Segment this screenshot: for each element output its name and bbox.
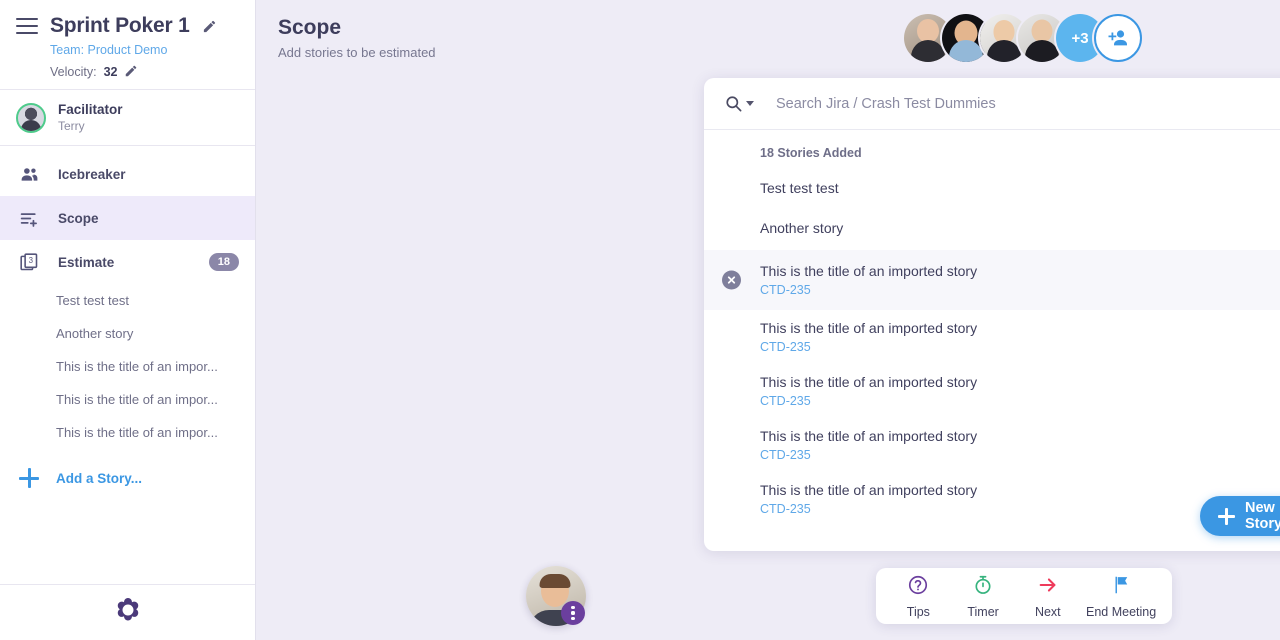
story-row[interactable]: This is the title of an imported story C… (704, 250, 1280, 310)
new-story-label: New Story (1245, 500, 1280, 532)
story-key[interactable]: CTD-235 (760, 448, 1280, 463)
sidebar-item-label: Scope (58, 210, 99, 226)
add-story-label: Add a Story... (56, 470, 143, 486)
facilitator-name: Terry (58, 119, 85, 133)
story-row[interactable]: Another story (704, 210, 1280, 250)
new-story-button[interactable]: New Story (1200, 496, 1280, 536)
story-title: This is the title of an imported story (760, 482, 978, 498)
team-name[interactable]: Team: Product Demo (50, 43, 239, 57)
story-title: This is the title of an imported story (760, 428, 978, 444)
story-row[interactable]: This is the title of an imported story C… (704, 418, 1280, 472)
story-title: Test test test (760, 180, 839, 196)
scope-card: 18 Stories Added Test test test Another … (704, 78, 1280, 551)
end-meeting-label: End Meeting (1085, 604, 1157, 619)
sidebar-header: Sprint Poker 1 Team: Product Demo Veloci… (0, 0, 255, 90)
next-button[interactable]: Next (1015, 574, 1080, 619)
story-key[interactable]: CTD-235 (760, 340, 1280, 355)
search-icon[interactable] (724, 94, 754, 113)
sidebar-title-row: Sprint Poker 1 (16, 14, 239, 38)
timer-button[interactable]: Timer (951, 574, 1016, 619)
sidebar-story-item[interactable]: Another story (0, 317, 255, 350)
next-label: Next (1034, 604, 1061, 619)
stories-list: 18 Stories Added Test test test Another … (704, 130, 1280, 551)
search-bar (704, 78, 1280, 130)
sidebar-item-icebreaker[interactable]: Icebreaker (0, 152, 255, 196)
add-person-button[interactable] (1094, 14, 1142, 62)
meeting-toolbar: Tips Timer Next End Meeting (876, 568, 1172, 624)
story-row[interactable]: This is the title of an imported story C… (704, 364, 1280, 418)
search-input[interactable] (776, 95, 1280, 112)
question-circle-icon (907, 574, 929, 601)
cards-3-icon: 3 (18, 251, 40, 273)
sidebar-item-label: Icebreaker (58, 166, 126, 182)
sidebar-story-item[interactable]: This is the title of an impor... (0, 383, 255, 416)
facilitator-row: Facilitator Terry (0, 90, 255, 146)
story-title: This is the title of an imported story (760, 374, 978, 390)
kebab-menu-icon[interactable] (561, 601, 585, 625)
plus-icon (1218, 507, 1235, 525)
story-key[interactable]: CTD-235 (760, 394, 1280, 409)
sidebar-item-scope[interactable]: Scope (0, 196, 255, 240)
pencil-icon[interactable] (202, 19, 217, 34)
sidebar-nav: Icebreaker Scope 3 Estimate 18 Test test… (0, 146, 255, 503)
people-icon (18, 163, 40, 185)
chevron-down-icon[interactable] (746, 101, 754, 106)
tips-button[interactable]: Tips (886, 574, 951, 619)
plus-icon (18, 467, 40, 489)
story-row[interactable]: This is the title of an imported story C… (704, 310, 1280, 364)
main-area: Scope Add stories to be estimated +3 Sea… (256, 0, 1280, 640)
sidebar: Sprint Poker 1 Team: Product Demo Veloci… (0, 0, 256, 640)
velocity-value: 32 (103, 64, 118, 79)
velocity-label: Velocity: (50, 64, 97, 79)
app-root: Sprint Poker 1 Team: Product Demo Veloci… (0, 0, 1280, 640)
section-title: 18 Stories Added (760, 146, 862, 160)
sidebar-story-item[interactable]: Test test test (0, 284, 255, 317)
parabol-flower-logo (113, 595, 143, 630)
velocity-row: Velocity: 32 (50, 64, 239, 79)
arrow-right-icon (1037, 574, 1059, 601)
meeting-title: Sprint Poker 1 (50, 14, 190, 37)
sidebar-story-item[interactable]: This is the title of an impor... (0, 416, 255, 449)
story-row[interactable]: Test test test (704, 170, 1280, 210)
hamburger-icon[interactable] (16, 18, 38, 34)
add-story-button[interactable]: Add a Story... (0, 453, 255, 503)
story-title: This is the title of an imported story (760, 263, 978, 279)
timer-label: Timer (967, 604, 999, 619)
sidebar-footer (0, 584, 255, 640)
story-title: This is the title of an imported story (760, 320, 978, 336)
tips-label: Tips (906, 604, 930, 619)
sidebar-item-label: Estimate (58, 254, 115, 270)
end-meeting-button[interactable]: End Meeting (1080, 574, 1162, 619)
list-add-icon (18, 207, 40, 229)
participant-avatars: +3 (904, 14, 1142, 62)
sidebar-story-item[interactable]: This is the title of an impor... (0, 350, 255, 383)
story-row[interactable]: This is the title of an imported story C… (704, 472, 1280, 526)
facilitator-role: Facilitator (58, 102, 123, 117)
story-title: Another story (760, 220, 844, 236)
stopwatch-icon (972, 574, 994, 601)
story-key[interactable]: CTD-235 (760, 283, 1280, 298)
svg-text:3: 3 (28, 256, 33, 265)
close-circle-icon[interactable] (722, 270, 741, 290)
flag-icon (1110, 574, 1132, 601)
avatar (16, 102, 46, 133)
facilitator-text: Facilitator Terry (58, 102, 123, 133)
pencil-icon[interactable] (124, 64, 139, 79)
sidebar-item-estimate[interactable]: 3 Estimate 18 (0, 240, 255, 284)
status-badge: 18 (208, 253, 239, 271)
